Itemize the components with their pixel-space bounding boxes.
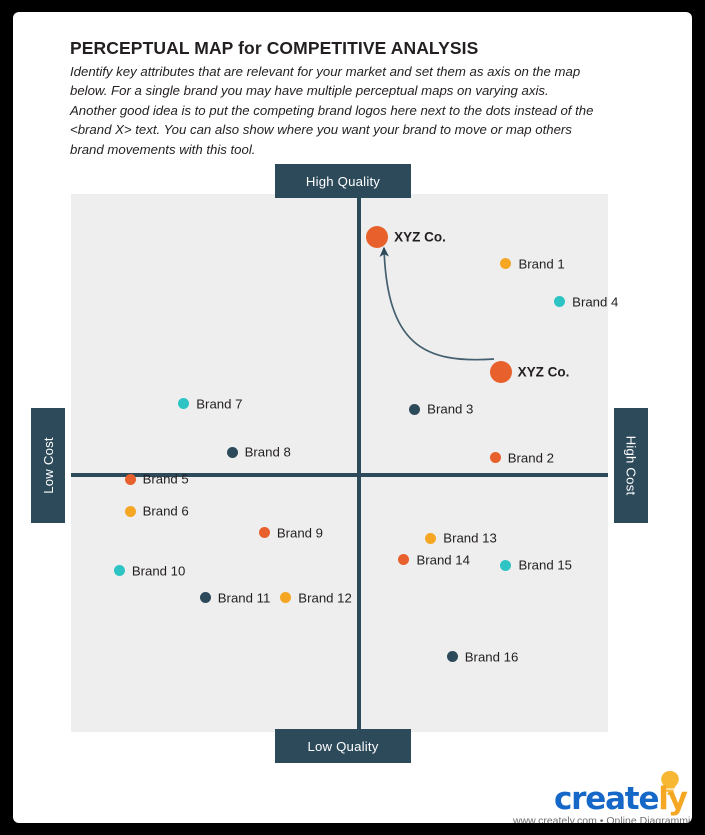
point-marker xyxy=(178,398,190,410)
point-label: Brand 7 xyxy=(196,396,243,412)
data-point-brand-16-17[interactable]: Brand 16 xyxy=(446,649,518,664)
point-marker xyxy=(500,258,512,270)
data-point-brand-8-7[interactable]: Brand 8 xyxy=(226,445,291,460)
point-label: Brand 15 xyxy=(518,557,572,573)
point-label: Brand 6 xyxy=(142,503,189,519)
logo-text-part3: ly xyxy=(658,781,688,817)
axis-label-low-quality-text: Low Quality xyxy=(307,738,379,754)
vertical-axis-line xyxy=(357,194,361,732)
point-marker xyxy=(199,592,211,603)
point-label: Brand 12 xyxy=(298,590,352,605)
axis-label-high-quality-text: High Quality xyxy=(305,173,381,189)
data-point-brand-3-4[interactable]: Brand 3 xyxy=(409,402,473,417)
data-point-brand-9-10[interactable]: Brand 9 xyxy=(258,525,323,540)
data-point-brand-4-3[interactable]: Brand 4 xyxy=(554,294,618,309)
logo-text-part1: creat xyxy=(554,781,640,817)
point-label: Brand 13 xyxy=(443,530,497,546)
axis-label-high-cost-text: High Cost xyxy=(623,435,639,496)
point-label: Brand 14 xyxy=(416,552,470,568)
point-label: Brand 4 xyxy=(572,294,619,310)
point-marker xyxy=(425,532,437,544)
point-label: Brand 11 xyxy=(217,590,271,605)
point-marker xyxy=(489,452,501,464)
creately-logo[interactable]: creately xyxy=(554,769,692,817)
point-label: Brand 16 xyxy=(464,649,519,665)
data-point-brand-15-13[interactable]: Brand 15 xyxy=(500,558,572,573)
point-marker xyxy=(500,559,512,571)
point-label: XYZ Co. xyxy=(517,364,570,380)
point-marker xyxy=(258,527,270,539)
data-point-xyz-co-1[interactable]: XYZ Co. xyxy=(489,360,569,383)
point-label: Brand 8 xyxy=(244,444,291,460)
data-point-brand-6-9[interactable]: Brand 6 xyxy=(124,504,189,519)
data-point-brand-13-11[interactable]: Brand 13 xyxy=(425,531,497,546)
axis-label-high-cost: High Cost xyxy=(614,408,648,523)
data-point-brand-11-15[interactable]: Brand 11 xyxy=(199,590,270,605)
page-title: PERCEPTUAL MAP for COMPETITIVE ANALYSIS xyxy=(70,38,479,58)
axis-label-low-cost: Low Cost xyxy=(31,408,65,523)
page-description: Identify key attributes that are relevan… xyxy=(70,64,594,157)
footer-tagline: www.creately.com • Online Diagramming xyxy=(513,815,692,823)
point-label: Brand 5 xyxy=(142,471,189,487)
point-marker xyxy=(489,360,512,383)
logo-text-part2: e xyxy=(638,781,659,817)
data-point-brand-7-6[interactable]: Brand 7 xyxy=(178,396,242,411)
data-point-brand-10-14[interactable]: Brand 10 xyxy=(113,563,185,578)
data-point-xyz-co-0[interactable]: XYZ Co. xyxy=(366,226,446,249)
point-label: Brand 1 xyxy=(518,256,565,272)
data-point-brand-12-16[interactable]: Brand 12 xyxy=(280,590,352,605)
point-marker xyxy=(409,403,421,415)
point-marker xyxy=(124,505,136,517)
data-point-brand-5-8[interactable]: Brand 5 xyxy=(124,472,189,487)
point-marker xyxy=(366,226,389,249)
point-marker xyxy=(554,296,566,308)
axis-label-low-quality: Low Quality xyxy=(275,729,411,763)
point-marker xyxy=(398,554,410,566)
point-label: Brand 10 xyxy=(131,563,186,579)
data-point-brand-2-5[interactable]: Brand 2 xyxy=(489,450,554,465)
data-point-brand-1-2[interactable]: Brand 1 xyxy=(500,256,565,271)
point-label: Brand 3 xyxy=(427,401,474,417)
axis-label-high-quality: High Quality xyxy=(275,164,411,198)
point-label: XYZ Co. xyxy=(394,229,446,245)
point-label: Brand 9 xyxy=(276,525,324,541)
axis-label-low-cost-text: Low Cost xyxy=(40,437,56,494)
point-marker xyxy=(226,446,238,458)
data-point-brand-14-12[interactable]: Brand 14 xyxy=(398,552,470,567)
point-marker xyxy=(446,651,458,663)
point-marker xyxy=(113,565,125,577)
page-canvas: PERCEPTUAL MAP for COMPETITIVE ANALYSIS … xyxy=(13,12,692,823)
point-label: Brand 2 xyxy=(507,450,554,466)
point-marker xyxy=(280,592,292,603)
creately-wordmark: creately xyxy=(554,781,688,817)
point-marker xyxy=(124,473,136,485)
